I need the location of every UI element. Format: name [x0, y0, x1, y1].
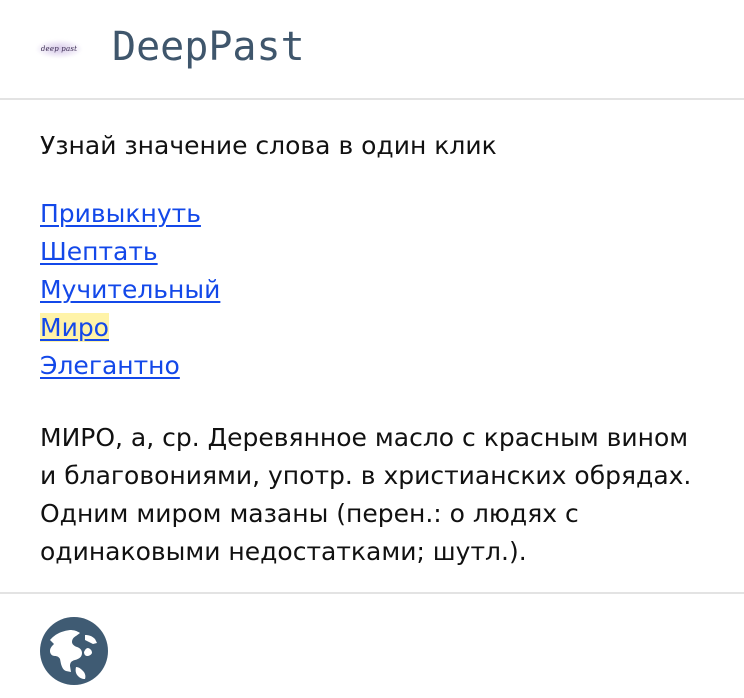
word-link-sheptat[interactable]: Шептать [40, 237, 158, 266]
tagline: Узнай значение слова в один клик [40, 131, 497, 160]
list-item: Миро [40, 309, 704, 347]
list-item: Шептать [40, 233, 704, 271]
list-item: Привыкнуть [40, 195, 704, 233]
site-header: deep past DeepPast [0, 0, 744, 98]
site-title[interactable]: DeepPast [112, 27, 305, 67]
main-content: Узнай значение слова в один клик Привыкн… [0, 100, 744, 592]
site-footer [0, 592, 744, 698]
page: deep past DeepPast Узнай значение слова … [0, 0, 744, 698]
globe-icon[interactable] [40, 617, 108, 685]
word-link-privyknut[interactable]: Привыкнуть [40, 199, 201, 228]
word-definition: МИРО, а, ср. Деревянное масло с красным … [40, 422, 692, 566]
list-item: Мучительный [40, 271, 704, 309]
word-link-elegantno[interactable]: Элегантно [40, 351, 180, 380]
word-list: Привыкнуть Шептать Мучительный Миро Элег… [40, 195, 704, 385]
site-logo[interactable]: deep past [34, 35, 84, 63]
list-item: Элегантно [40, 347, 704, 385]
word-link-muchitelnyi[interactable]: Мучительный [40, 275, 220, 304]
logo-text: deep past [40, 45, 78, 53]
word-link-miro[interactable]: Миро [40, 312, 109, 342]
